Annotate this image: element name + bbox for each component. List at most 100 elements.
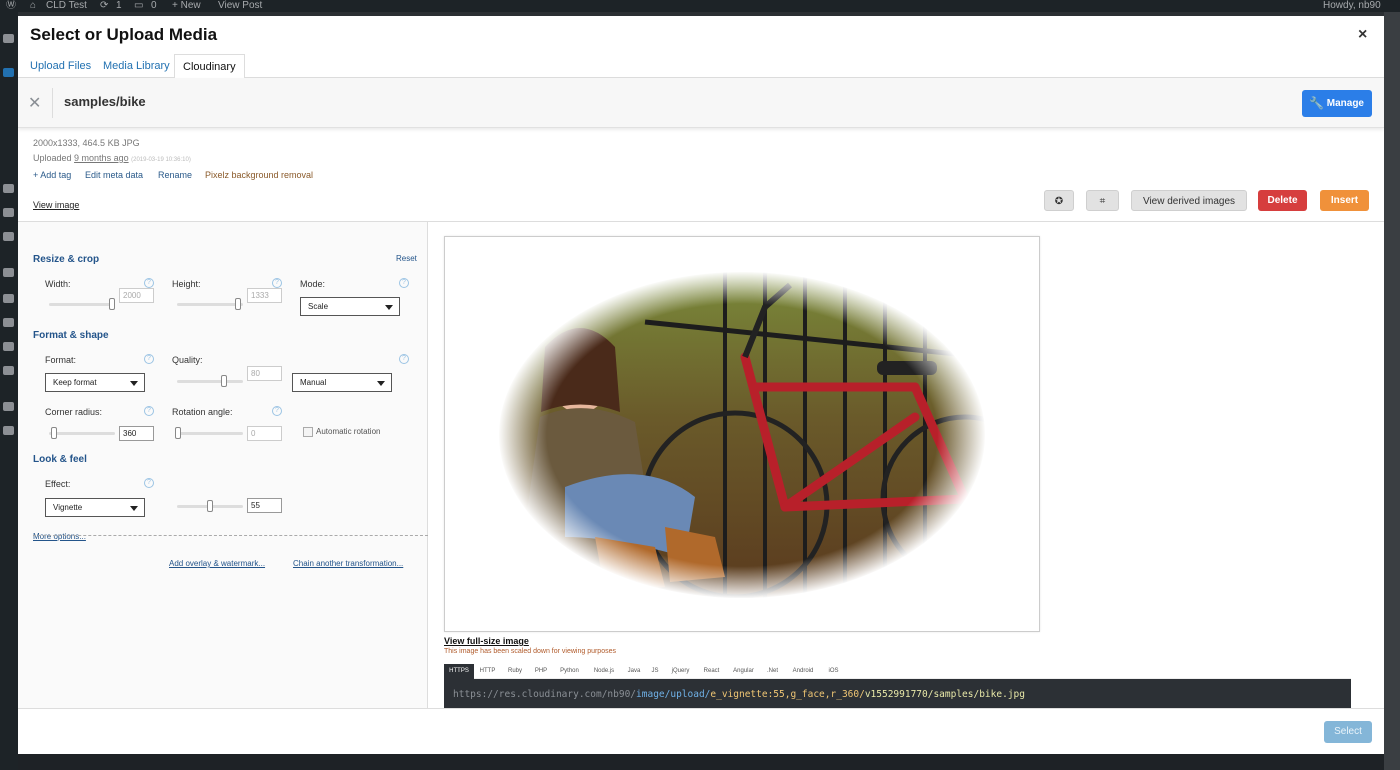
language-tabs: HTTPS HTTP Ruby PHP Python Node.js Java … [444, 664, 1351, 679]
background-page-edge [1384, 12, 1400, 770]
manage-button[interactable]: 🔧 Manage [1302, 90, 1372, 117]
insert-button[interactable]: Insert [1320, 190, 1369, 211]
rotation-slider[interactable] [175, 427, 243, 439]
automatic-rotation-checkbox[interactable] [303, 427, 313, 437]
help-icon[interactable]: ? [272, 406, 282, 416]
chevron-down-icon [130, 506, 138, 511]
modal-title: Select or Upload Media [30, 25, 218, 44]
tab-python[interactable]: Python [553, 664, 586, 679]
tab-jquery[interactable]: jQuery [664, 664, 697, 679]
tab-ios[interactable]: iOS [822, 664, 845, 679]
slider-thumb[interactable] [175, 427, 181, 439]
tab-ruby[interactable]: Ruby [501, 664, 529, 679]
pages-icon[interactable] [3, 208, 14, 217]
effect-strength-input[interactable]: 55 [247, 498, 282, 513]
mode-select-value: Scale [308, 302, 329, 311]
award-button[interactable]: ✪ [1044, 190, 1074, 211]
plugins-icon[interactable] [3, 294, 14, 303]
view-post-link[interactable]: View Post [218, 0, 262, 12]
view-image-link[interactable]: View image [33, 200, 79, 210]
comments-count: 0 [151, 0, 157, 11]
view-full-size-link[interactable]: View full-size image [444, 636, 529, 646]
modal-close-button[interactable]: × [1358, 26, 1367, 44]
asset-uploaded: Uploaded 9 months ago (2019-03-19 10:36:… [33, 153, 191, 163]
crop-button[interactable]: ⌗ [1086, 190, 1119, 211]
help-icon[interactable]: ? [144, 354, 154, 364]
delivery-url[interactable]: https://res.cloudinary.com/nb90/image/up… [444, 679, 1351, 710]
height-input[interactable]: 1333 [247, 288, 282, 303]
comments-menu-icon[interactable] [3, 232, 14, 241]
comments-icon[interactable]: ▭ [134, 0, 143, 12]
media-icon[interactable] [3, 184, 14, 193]
width-slider[interactable] [49, 298, 115, 310]
wordpress-logo-icon[interactable]: Ⓦ [6, 0, 16, 12]
help-icon[interactable]: ? [272, 278, 282, 288]
help-icon[interactable]: ? [399, 278, 409, 288]
site-name-link[interactable]: CLD Test [46, 0, 87, 12]
width-input[interactable]: 2000 [119, 288, 154, 303]
new-content-link[interactable]: + New [172, 0, 201, 12]
delete-button[interactable]: Delete [1258, 190, 1307, 211]
tab-php[interactable]: PHP [529, 664, 553, 679]
appearance-icon[interactable] [3, 268, 14, 277]
cloudinary-icon[interactable] [3, 402, 14, 411]
close-asset-icon[interactable]: ✕ [28, 93, 41, 113]
howdy-user-link[interactable]: Howdy, nb90 [1323, 0, 1381, 12]
look-feel-heading: Look & feel [33, 454, 87, 465]
tab-java[interactable]: Java [622, 664, 646, 679]
quality-mode-value: Manual [300, 378, 327, 387]
help-icon[interactable]: ? [399, 354, 409, 364]
reset-link[interactable]: Reset [396, 254, 417, 263]
quality-mode-select[interactable]: Manual [292, 373, 392, 392]
add-tag-link[interactable]: + Add tag [33, 170, 71, 180]
uploaded-prefix: Uploaded [33, 153, 72, 163]
tab-js[interactable]: JS [646, 664, 664, 679]
tab-react[interactable]: React [697, 664, 726, 679]
slider-thumb[interactable] [221, 375, 227, 387]
select-button[interactable]: Select [1324, 721, 1372, 743]
corner-radius-input[interactable]: 360 [119, 426, 154, 441]
settings-icon[interactable] [3, 366, 14, 375]
effect-strength-slider[interactable] [177, 500, 243, 512]
collapse-icon[interactable] [3, 426, 14, 435]
scaled-note: This image has been scaled down for view… [444, 648, 616, 655]
add-overlay-link[interactable]: Add overlay & watermark... [169, 559, 265, 568]
tab-cloudinary[interactable]: Cloudinary [174, 54, 245, 79]
tools-icon[interactable] [3, 342, 14, 351]
slider-thumb[interactable] [109, 298, 115, 310]
help-icon[interactable]: ? [144, 406, 154, 416]
users-icon[interactable] [3, 318, 14, 327]
tab-https[interactable]: HTTPS [444, 664, 474, 679]
mode-select[interactable]: Scale [300, 297, 400, 316]
edit-meta-link[interactable]: Edit meta data [85, 170, 143, 180]
format-label: Format: [45, 355, 77, 365]
tab-dotnet[interactable]: .Net [761, 664, 784, 679]
tab-android[interactable]: Android [784, 664, 822, 679]
rotation-input[interactable]: 0 [247, 426, 282, 441]
view-derived-button[interactable]: View derived images [1131, 190, 1247, 211]
height-slider[interactable] [177, 298, 243, 310]
dashboard-icon[interactable] [3, 34, 14, 43]
help-icon[interactable]: ? [144, 278, 154, 288]
effect-select[interactable]: Vignette [45, 498, 145, 517]
quality-slider[interactable] [177, 375, 243, 387]
tab-http[interactable]: HTTP [474, 664, 501, 679]
tab-media-library[interactable]: Media Library [95, 54, 178, 78]
posts-icon[interactable] [3, 68, 14, 77]
slider-thumb[interactable] [235, 298, 241, 310]
slider-thumb[interactable] [51, 427, 57, 439]
tab-angular[interactable]: Angular [726, 664, 761, 679]
corner-radius-slider[interactable] [49, 427, 115, 439]
format-select[interactable]: Keep format [45, 373, 145, 392]
updates-icon[interactable]: ⟳ [100, 0, 108, 12]
more-options-link[interactable]: More options... [33, 532, 86, 541]
slider-thumb[interactable] [207, 500, 213, 512]
chain-transformation-link[interactable]: Chain another transformation... [293, 559, 403, 568]
help-icon[interactable]: ? [144, 478, 154, 488]
pixelz-removal-link[interactable]: Pixelz background removal [205, 170, 313, 180]
tab-nodejs[interactable]: Node.js [586, 664, 622, 679]
tab-upload-files[interactable]: Upload Files [22, 54, 99, 78]
rename-link[interactable]: Rename [158, 170, 192, 180]
quality-input[interactable]: 80 [247, 366, 282, 381]
corner-radius-label: Corner radius: [45, 407, 103, 417]
